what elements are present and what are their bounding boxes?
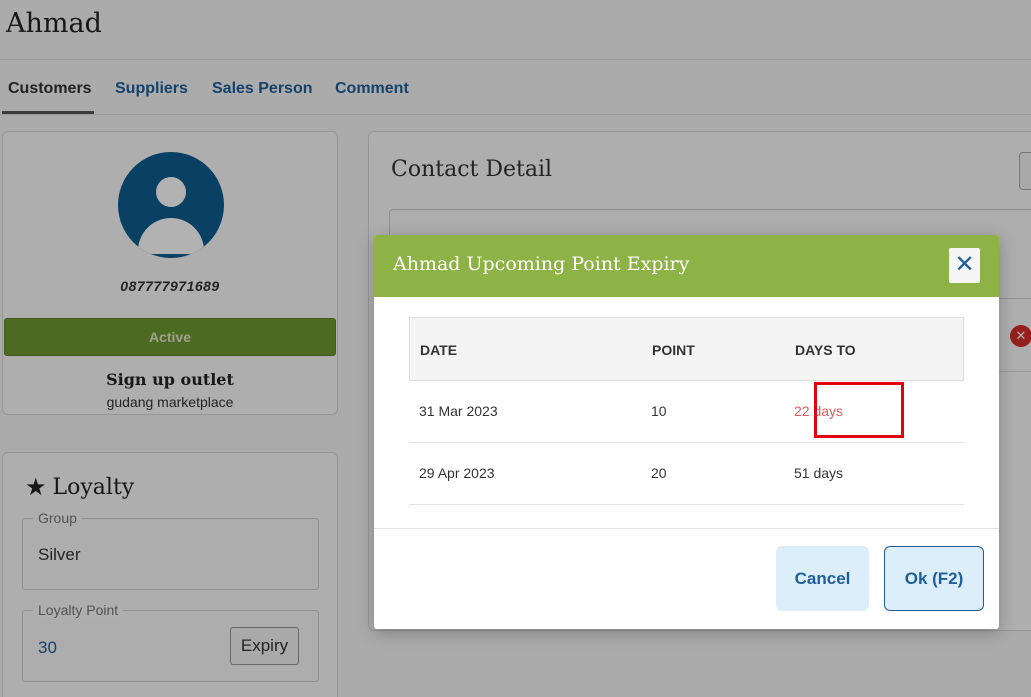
- ok-button[interactable]: Ok (F2): [884, 546, 984, 611]
- table-row: 29 Apr 2023 20 51 days: [409, 443, 964, 505]
- row-days-to: 51 days: [794, 465, 844, 481]
- table-header: DATE POINT DAYS TO: [409, 317, 964, 381]
- table-row: 31 Mar 2023 10 22 days: [409, 381, 964, 443]
- modal-title: Ahmad Upcoming Point Expiry: [393, 253, 690, 275]
- close-icon[interactable]: ✕: [949, 248, 980, 283]
- highlight-box: [814, 382, 904, 438]
- column-header-days-to: DAYS TO: [795, 342, 856, 358]
- row-date: 29 Apr 2023: [419, 465, 495, 481]
- column-header-date: DATE: [420, 342, 458, 358]
- row-date: 31 Mar 2023: [419, 403, 498, 419]
- cancel-button[interactable]: Cancel: [776, 546, 869, 611]
- modal-footer-divider: [374, 528, 999, 529]
- modal-header: Ahmad Upcoming Point Expiry ✕: [374, 235, 999, 297]
- point-expiry-modal: Ahmad Upcoming Point Expiry ✕ DATE POINT…: [374, 235, 999, 629]
- row-point: 20: [651, 465, 667, 481]
- column-header-point: POINT: [652, 342, 695, 358]
- row-point: 10: [651, 403, 667, 419]
